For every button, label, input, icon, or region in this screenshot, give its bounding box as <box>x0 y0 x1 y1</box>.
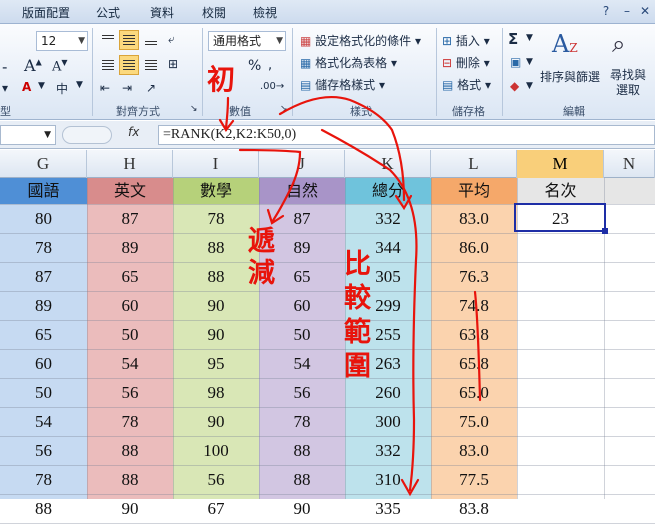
line-cursor <box>473 290 482 402</box>
arrow-initial <box>224 96 230 130</box>
annotation-decrement: 遞減 <box>248 226 275 289</box>
annotation-initial: 初 <box>207 63 236 96</box>
arrow-to-k2 <box>278 96 406 202</box>
annotation-arrows <box>218 96 482 497</box>
arrow-decrement <box>238 148 302 224</box>
annotation-compare-range: 比較範圍 <box>344 249 371 382</box>
